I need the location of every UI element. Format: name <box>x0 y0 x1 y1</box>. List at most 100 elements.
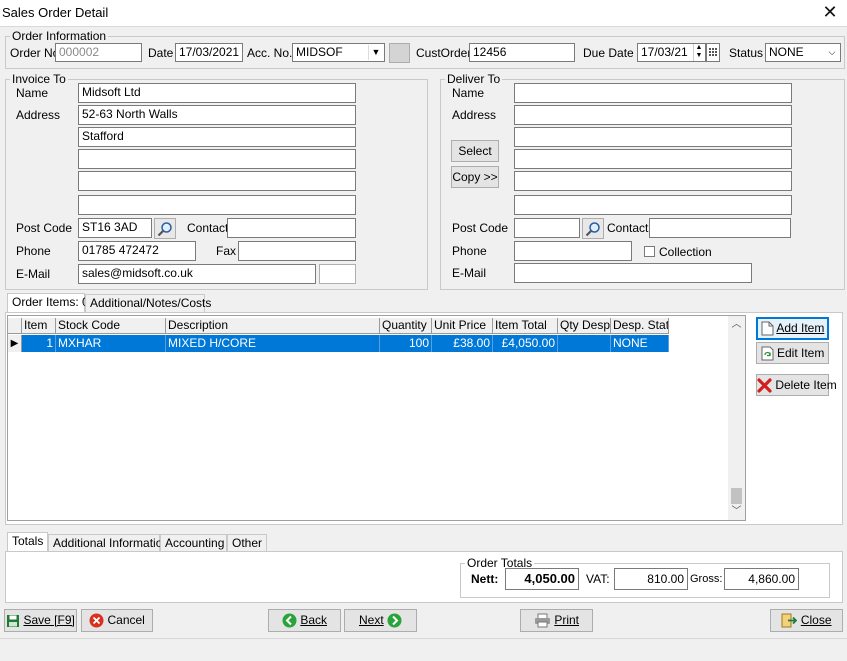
invoice-address-line-5[interactable] <box>78 195 356 215</box>
next-label: Next <box>358 613 384 627</box>
invoice-fax-field[interactable] <box>238 241 356 261</box>
floppy-disk-icon <box>7 614 20 627</box>
due-date-field[interactable]: 17/03/21 ▲ ▼ <box>637 43 706 62</box>
cell-item[interactable]: 1 <box>22 335 56 352</box>
nett-field: 4,050.00 <box>505 568 579 590</box>
close-window-icon[interactable]: ✕ <box>819 1 841 23</box>
deliver-address-label: Address <box>452 108 497 122</box>
select-address-button[interactable]: Select <box>451 140 499 162</box>
deliver-phone-label: Phone <box>452 244 487 258</box>
due-date-value: 17/03/21 <box>641 45 688 59</box>
invoice-name-field[interactable]: Midsoft Ltd <box>78 83 356 103</box>
cell-quantity[interactable]: 100 <box>380 335 432 352</box>
date-field[interactable]: 17/03/2021 <box>175 43 243 62</box>
column-header[interactable]: Qty Desp. <box>558 318 611 334</box>
invoice-address-label: Address <box>16 108 61 122</box>
collection-checkbox[interactable] <box>644 246 655 257</box>
tab-order-items[interactable]: Order Items: 0 <box>7 293 89 314</box>
cell-qty-desp[interactable] <box>558 335 611 352</box>
invoice-address-line-2[interactable]: Stafford <box>78 127 356 147</box>
chevron-down-icon[interactable]: ▼ <box>368 45 383 60</box>
cust-order-label: CustOrder <box>416 46 472 60</box>
scroll-up-icon[interactable]: ︿ <box>728 318 745 332</box>
tab-totals[interactable]: Totals <box>7 532 48 553</box>
edit-document-icon <box>761 346 774 361</box>
calendar-icon[interactable] <box>706 43 720 62</box>
gross-field: 4,860.00 <box>724 568 799 590</box>
collection-label: Collection <box>659 245 712 259</box>
copy-address-button[interactable]: Copy >> <box>451 166 499 188</box>
deliver-postcode-search-icon[interactable] <box>582 218 604 239</box>
delete-x-icon <box>757 378 772 393</box>
deliver-address-line-2[interactable] <box>514 127 792 147</box>
cust-order-field[interactable]: 12456 <box>469 43 575 62</box>
acc-no-select[interactable]: MIDSOF ▼ <box>292 43 385 62</box>
order-items-grid[interactable]: Item Stock Code Description Quantity Uni… <box>7 315 746 521</box>
invoice-address-line-1[interactable]: 52-63 North Walls <box>78 105 356 125</box>
order-no-field[interactable]: 000002 <box>55 43 142 62</box>
add-item-label: Add Item <box>776 321 825 335</box>
deliver-post-code-label: Post Code <box>452 221 509 235</box>
back-label: Back <box>300 613 328 627</box>
cell-item-total[interactable]: £4,050.00 <box>493 335 558 352</box>
order-information-legend: Order Information <box>12 29 107 43</box>
tab-additional-notes-costs[interactable]: Additional/Notes/Costs <box>85 294 211 313</box>
invoice-email-field[interactable]: sales@midsoft.co.uk <box>78 264 316 284</box>
scroll-down-icon[interactable]: ﹀ <box>728 505 745 519</box>
arrow-right-icon <box>387 613 402 628</box>
column-header[interactable]: Item <box>22 318 56 334</box>
deliver-name-label: Name <box>452 86 485 100</box>
scroll-thumb[interactable] <box>731 488 742 504</box>
invoice-post-code-field[interactable]: ST16 3AD <box>78 218 152 238</box>
column-header[interactable]: Item Total <box>493 318 558 334</box>
column-header[interactable]: Description <box>166 318 380 334</box>
acc-lookup-button[interactable] <box>389 43 410 63</box>
invoice-phone-label: Phone <box>16 244 51 258</box>
save-button[interactable]: Save [F9] <box>4 609 77 632</box>
cell-stock-code[interactable]: MXHAR <box>56 335 166 352</box>
print-button[interactable]: Print <box>520 609 593 632</box>
spinner-icon[interactable]: ▲ ▼ <box>693 44 704 61</box>
vat-field: 810.00 <box>614 568 688 590</box>
column-header[interactable]: Quantity <box>380 318 432 334</box>
title-bar: Sales Order Detail ✕ <box>0 0 847 27</box>
add-item-button[interactable]: Add Item <box>756 317 829 340</box>
postcode-search-icon[interactable] <box>154 218 176 239</box>
status-select[interactable]: NONE ⌵ <box>765 43 841 62</box>
deliver-address-line-1[interactable] <box>514 105 792 125</box>
column-header[interactable]: Unit Price <box>432 318 493 334</box>
deliver-phone-field[interactable] <box>514 241 632 261</box>
deliver-post-code-field[interactable] <box>514 218 580 238</box>
next-button[interactable]: Next <box>344 609 417 632</box>
deliver-address-line-5[interactable] <box>514 195 792 215</box>
deliver-address-line-4[interactable] <box>514 171 792 191</box>
email-action-box[interactable] <box>319 264 356 284</box>
column-header[interactable]: Stock Code <box>56 318 166 334</box>
deliver-name-field[interactable] <box>514 83 792 103</box>
back-button[interactable]: Back <box>268 609 341 632</box>
cell-description[interactable]: MIXED H/CORE <box>166 335 380 352</box>
cancel-button[interactable]: Cancel <box>81 609 153 632</box>
cell-desp-stat[interactable]: NONE <box>611 335 669 352</box>
column-header[interactable]: Desp. Stat. <box>611 318 669 334</box>
delete-item-label: Delete Item <box>775 378 837 392</box>
acc-no-value: MIDSOF <box>296 45 343 59</box>
deliver-email-field[interactable] <box>514 263 752 283</box>
deliver-contact-field[interactable] <box>649 218 791 238</box>
invoice-phone-field[interactable]: 01785 472472 <box>78 241 196 261</box>
deliver-email-label: E-Mail <box>452 266 487 280</box>
cell-unit-price[interactable]: £38.00 <box>432 335 493 352</box>
printer-icon <box>534 613 550 628</box>
invoice-address-line-4[interactable] <box>78 171 356 191</box>
chevron-down-icon[interactable]: ⌵ <box>825 45 839 60</box>
window-title: Sales Order Detail <box>2 5 109 20</box>
close-button[interactable]: Close <box>770 609 843 632</box>
invoice-address-line-3[interactable] <box>78 149 356 169</box>
cancel-icon <box>89 613 104 628</box>
edit-item-button[interactable]: Edit Item <box>756 342 829 364</box>
delete-item-button[interactable]: Delete Item <box>756 374 837 396</box>
date-label: Date <box>148 46 174 60</box>
invoice-contact-field[interactable] <box>227 218 356 238</box>
vertical-scrollbar[interactable]: ︿ ﹀ <box>728 316 745 520</box>
deliver-address-line-3[interactable] <box>514 149 792 169</box>
